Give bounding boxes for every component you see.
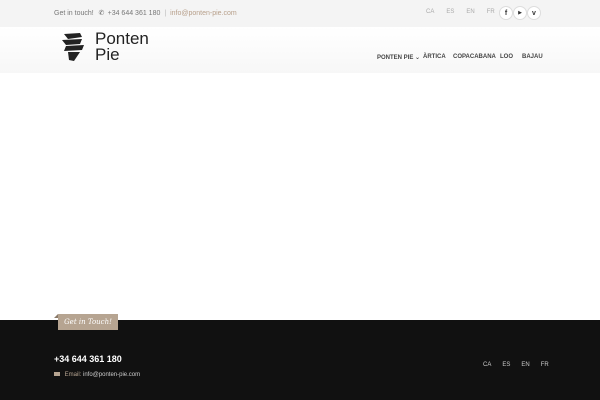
logo-icon[interactable]	[60, 31, 86, 63]
contact-info: Get in touch! ✆ +34 644 361 180 | info@p…	[54, 9, 237, 17]
site-logo-text[interactable]: Ponten Pie	[95, 30, 149, 64]
footer-phone[interactable]: +34 644 361 180	[54, 354, 122, 364]
nav-item-ponten-pie[interactable]: PONTEN PIE ⌄	[377, 54, 420, 61]
get-in-touch-tag: Get in Touch!	[58, 314, 118, 330]
lang-en[interactable]: EN	[466, 9, 474, 15]
get-in-touch-text: Get in touch!	[54, 10, 94, 17]
site-header	[0, 27, 600, 73]
nav-item-loo[interactable]: LOO	[500, 54, 513, 60]
lang-ca[interactable]: CA	[426, 9, 434, 15]
facebook-icon[interactable]: f	[499, 6, 513, 20]
nav-item-artica[interactable]: ÀRTICA	[423, 54, 446, 60]
footer-lang-fr[interactable]: FR	[541, 362, 549, 368]
site-footer: +34 644 361 180 Email: info@ponten-pie.c…	[0, 320, 600, 400]
top-phone: +34 644 361 180	[107, 10, 161, 17]
footer-email-row: Email: info@ponten-pie.com	[54, 372, 140, 378]
chevron-down-icon: ⌄	[415, 55, 421, 61]
lang-es[interactable]: ES	[446, 9, 454, 15]
email-label: Email:	[64, 372, 82, 378]
footer-lang-ca[interactable]: CA	[483, 362, 491, 368]
footer-email-link[interactable]: info@ponten-pie.com	[83, 372, 140, 378]
youtube-icon[interactable]: ▶	[513, 6, 527, 20]
footer-language-switcher: CA ES EN FR	[483, 362, 560, 368]
separator: |	[164, 10, 167, 17]
phone-icon: ✆	[98, 10, 105, 17]
vimeo-icon[interactable]: v	[527, 6, 541, 20]
nav-item-copacabana[interactable]: COPACABANA	[453, 54, 496, 60]
top-bar: Get in touch! ✆ +34 644 361 180 | info@p…	[0, 0, 600, 27]
nav-item-bajau[interactable]: BAJAU	[522, 54, 543, 60]
top-email-link[interactable]: info@ponten-pie.com	[170, 10, 237, 17]
main-content	[0, 73, 600, 320]
footer-lang-en[interactable]: EN	[521, 362, 529, 368]
top-language-switcher: CA ES EN FR	[426, 9, 507, 15]
nav-label: PONTEN PIE	[377, 55, 414, 61]
logo-line-2: Pie	[95, 45, 120, 64]
lang-fr[interactable]: FR	[487, 9, 495, 15]
footer-lang-es[interactable]: ES	[502, 362, 510, 368]
envelope-icon	[54, 372, 60, 377]
